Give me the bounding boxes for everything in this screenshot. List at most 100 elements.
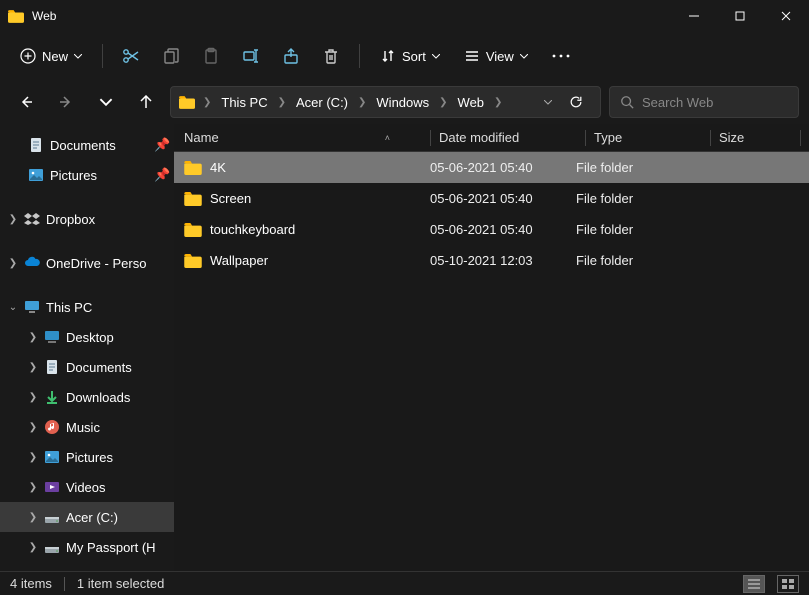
chevron-down-icon (74, 54, 82, 59)
pictures-icon (28, 167, 44, 183)
search-input[interactable]: Search Web (609, 86, 799, 118)
file-date: 05-06-2021 05:40 (430, 222, 576, 237)
statusbar: 4 items 1 item selected (0, 571, 809, 595)
sidebar-item-my-passport-h[interactable]: ❯My Passport (H (0, 532, 174, 562)
sidebar-item-pictures[interactable]: ❯Pictures (0, 442, 174, 472)
up-button[interactable] (130, 86, 162, 118)
sidebar-item-videos[interactable]: ❯Videos (0, 472, 174, 502)
view-label: View (486, 49, 514, 64)
arrow-up-icon (139, 95, 153, 109)
sidebar-item-onedrive[interactable]: ❯ OneDrive - Perso (0, 248, 174, 278)
documents-icon (28, 137, 44, 153)
status-count: 4 items (10, 576, 52, 591)
sidebar-item-thispc[interactable]: ⌄ This PC (0, 292, 174, 322)
file-name: touchkeyboard (210, 222, 295, 237)
copy-button[interactable] (153, 38, 189, 74)
chevron-down-icon (432, 54, 440, 59)
chevron-down-icon (99, 95, 113, 109)
file-row[interactable]: Wallpaper05-10-2021 12:03File folder (174, 245, 809, 276)
file-row[interactable]: 4K 05-06-2021 05:40File folder (174, 152, 809, 183)
doc-icon (44, 359, 60, 375)
sidebar-item-documents[interactable]: ❯Documents (0, 352, 174, 382)
file-name: 4K (210, 160, 226, 175)
video-icon (44, 479, 60, 495)
more-button[interactable] (542, 48, 580, 64)
chevron-right-icon: ❯ (28, 482, 38, 493)
share-button[interactable] (273, 38, 309, 74)
breadcrumb-item[interactable]: Windows (372, 93, 433, 112)
chevron-down-icon[interactable] (544, 100, 552, 105)
sidebar: Documents 📌 Pictures 📌 ❯ Dropbox ❯ OneDr… (0, 124, 174, 571)
trash-icon (322, 47, 340, 65)
rename-icon (242, 47, 260, 65)
column-size[interactable]: Size (719, 130, 800, 145)
share-icon (282, 47, 300, 65)
delete-button[interactable] (313, 38, 349, 74)
window-title: Web (32, 9, 671, 23)
chevron-right-icon: ❯ (8, 258, 18, 269)
chevron-right-icon: ❯ (28, 512, 38, 523)
breadcrumb-item[interactable]: Web (454, 93, 489, 112)
column-name[interactable]: Name˄ (184, 130, 430, 145)
sidebar-item-downloads[interactable]: ❯Downloads (0, 382, 174, 412)
paste-button[interactable] (193, 38, 229, 74)
details-view-button[interactable] (743, 575, 765, 593)
file-type: File folder (576, 222, 692, 237)
folder-icon (184, 223, 202, 237)
file-row[interactable]: Screen05-06-2021 05:40File folder (174, 183, 809, 214)
recent-button[interactable] (90, 86, 122, 118)
content-area: Name˄ Date modified Type Size 4K 05-06-20… (174, 124, 809, 571)
search-icon (620, 95, 634, 109)
dropbox-icon (24, 211, 40, 227)
status-selection: 1 item selected (77, 576, 164, 591)
chevron-right-icon: ❯ (492, 97, 504, 108)
folder-icon (184, 161, 202, 175)
view-button[interactable]: View (454, 42, 538, 70)
sort-button[interactable]: Sort (370, 42, 450, 70)
chevron-right-icon: ❯ (276, 97, 288, 108)
refresh-button[interactable] (560, 86, 592, 118)
drive-icon (44, 509, 60, 525)
arrow-left-icon (19, 95, 33, 109)
close-button[interactable] (763, 0, 809, 32)
view-icon (464, 48, 480, 64)
sidebar-item-acer-c-[interactable]: ❯Acer (C:) (0, 502, 174, 532)
icons-view-button[interactable] (777, 575, 799, 593)
folder-icon (8, 10, 24, 23)
file-row[interactable]: touchkeyboard 05-06-2021 05:40File folder (174, 214, 809, 245)
file-type: File folder (576, 253, 692, 268)
onedrive-icon (24, 255, 40, 271)
folder-icon (184, 254, 202, 268)
column-type[interactable]: Type (594, 130, 710, 145)
sidebar-item-desktop[interactable]: ❯Desktop (0, 322, 174, 352)
column-date[interactable]: Date modified (439, 130, 585, 145)
file-list: 4K05-06-2021 05:40File folderScreen05-06… (174, 152, 809, 571)
breadcrumb-item[interactable]: This PC (217, 93, 271, 112)
back-button[interactable] (10, 86, 42, 118)
chevron-right-icon: ❯ (8, 214, 18, 225)
minimize-button[interactable] (671, 0, 717, 32)
titlebar: Web (0, 0, 809, 32)
chevron-right-icon: ❯ (28, 332, 38, 343)
chevron-right-icon: ❯ (28, 542, 38, 553)
file-name: Screen (210, 191, 251, 206)
sort-caret-icon: ˄ (385, 133, 390, 143)
breadcrumb[interactable]: ❯ This PC ❯ Acer (C:) ❯ Windows ❯ Web ❯ (170, 86, 601, 118)
new-button[interactable]: New (10, 42, 92, 70)
rename-button[interactable] (233, 38, 269, 74)
desktop-icon (44, 329, 60, 345)
maximize-button[interactable] (717, 0, 763, 32)
scissors-icon (122, 47, 140, 65)
sidebar-item-documents[interactable]: Documents 📌 (0, 130, 174, 160)
breadcrumb-item[interactable]: Acer (C:) (292, 93, 352, 112)
cut-button[interactable] (113, 38, 149, 74)
chevron-down-icon: ⌄ (8, 302, 18, 313)
sidebar-item-pictures[interactable]: Pictures 📌 (0, 160, 174, 190)
forward-button[interactable] (50, 86, 82, 118)
chevron-right-icon: ❯ (437, 97, 449, 108)
ellipsis-icon (552, 54, 570, 58)
file-date: 05-06-2021 05:40 (430, 160, 576, 175)
file-type: File folder (576, 160, 692, 175)
sidebar-item-music[interactable]: ❯Music (0, 412, 174, 442)
sidebar-item-dropbox[interactable]: ❯ Dropbox (0, 204, 174, 234)
